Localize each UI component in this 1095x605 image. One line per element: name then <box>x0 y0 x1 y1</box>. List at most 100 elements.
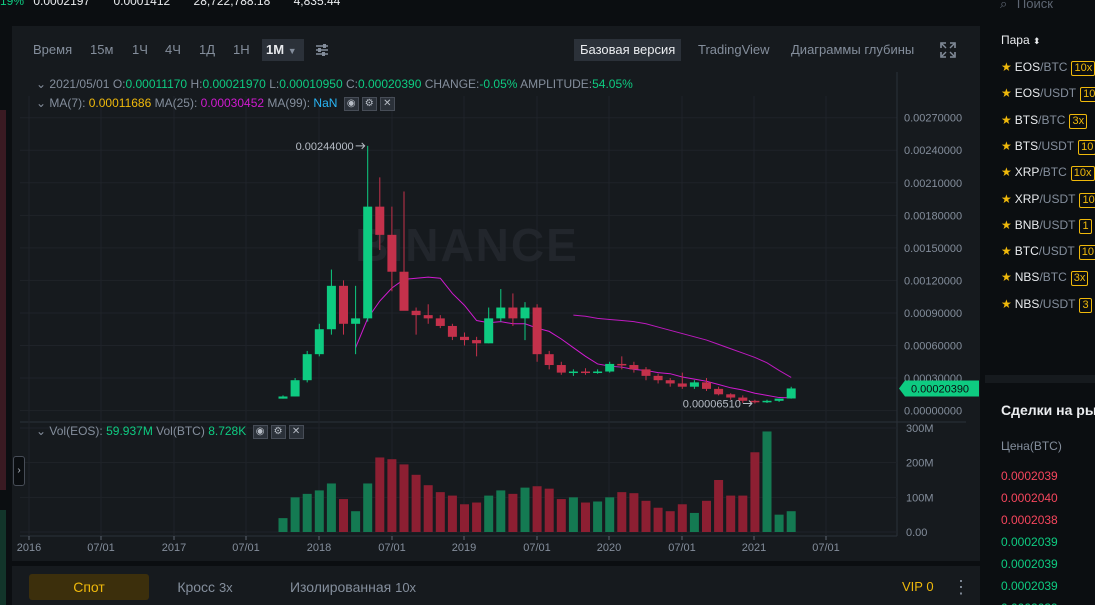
chevron-down-icon[interactable]: ⌄ <box>36 424 46 438</box>
leverage-badge: 10 <box>1078 245 1095 261</box>
candle-body <box>423 315 433 319</box>
pair-column-header[interactable]: Пара ⬍ <box>1001 33 1041 47</box>
pair-quote: /USDT <box>1039 296 1076 311</box>
trade-price: 0.0002038 <box>1001 513 1058 527</box>
star-icon[interactable]: ★ <box>1001 244 1012 258</box>
star-icon[interactable]: ★ <box>1001 60 1012 74</box>
star-icon[interactable]: ★ <box>1001 192 1012 206</box>
trade-mode-bar: Спот Кросс 3x Изолированная 10x VIP 0 ⋮ <box>12 566 980 605</box>
close-icon[interactable]: ✕ <box>288 424 304 439</box>
eye-icon[interactable]: ◉ <box>343 96 359 111</box>
candle-body <box>677 383 687 387</box>
settings-icon[interactable]: ⚙ <box>270 424 286 439</box>
x-tick-label: 2020 <box>597 542 621 554</box>
sidebar-toggle-button[interactable]: › <box>13 456 25 486</box>
more-options-icon[interactable]: ⋮ <box>952 574 970 600</box>
last-price-label: 0.00020390 <box>911 383 969 395</box>
volume-bar <box>411 474 421 532</box>
volume-bar <box>786 511 796 532</box>
price-tick-label: 0.00090000 <box>904 308 962 320</box>
candle-body <box>786 388 796 399</box>
volume-bar <box>568 497 578 532</box>
price-tick-label: 0.00000000 <box>904 406 962 418</box>
ma25-label: MA(25): <box>154 96 198 110</box>
candle-body <box>302 354 312 381</box>
tab-spot[interactable]: Спот <box>29 574 149 600</box>
pair-search[interactable]: ⌕ Поиск <box>1000 0 1095 18</box>
pair-quote: /BTC <box>1038 112 1066 127</box>
tab-cross-leverage: 3x <box>218 580 233 595</box>
pair-row[interactable]: ★ XRP/BTC 10x <box>1001 165 1095 185</box>
price-tick-label: 0.00150000 <box>904 243 962 255</box>
pair-quote: /BTC <box>1040 60 1068 74</box>
candle-body <box>532 307 542 355</box>
ma99-value: NaN <box>313 96 338 110</box>
star-icon[interactable]: ★ <box>1001 139 1012 153</box>
eye-icon[interactable]: ◉ <box>252 424 268 439</box>
leverage-badge: 3 <box>1079 297 1092 313</box>
vip-level[interactable]: VIP 0 <box>902 574 934 600</box>
leverage-badge: 10x <box>1071 61 1095 76</box>
pair-row[interactable]: ★ XRP/USDT 10 <box>1001 192 1095 212</box>
chevron-down-icon[interactable]: ⌄ <box>36 77 46 91</box>
pair-row[interactable]: ★ EOS/BTC 10x <box>1001 60 1095 80</box>
volume-bar <box>508 493 518 532</box>
low-price-label: 0.00006510 <box>683 399 741 411</box>
star-icon[interactable]: ★ <box>1001 297 1012 311</box>
candle-body <box>605 363 615 372</box>
price-tick-label: 0.00060000 <box>904 340 962 352</box>
candle-body <box>472 340 482 344</box>
pair-base: EOS <box>1014 60 1041 74</box>
pair-row[interactable]: ★ BTS/BTC 3x <box>1001 112 1088 133</box>
tab-isolated[interactable]: Изолированная 10x <box>278 574 428 600</box>
volume-bar <box>375 457 385 532</box>
candle-body <box>714 388 724 395</box>
pair-base: NBS <box>1014 270 1040 285</box>
star-icon[interactable]: ★ <box>1001 165 1012 179</box>
candle-body <box>520 307 530 319</box>
pair-row[interactable]: ★ BNB/USDT 1 <box>1001 218 1092 238</box>
volume-bar <box>544 488 554 532</box>
tab-cross[interactable]: Кросс 3x <box>155 574 255 600</box>
candle-body <box>726 394 736 398</box>
volume-bar <box>290 497 300 532</box>
pair-row[interactable]: ★ NBS/BTC 3x <box>1001 270 1089 290</box>
pair-row[interactable]: ★ BTS/USDT 10 <box>1001 139 1095 159</box>
price-tick-label: 0.00120000 <box>904 275 962 287</box>
candle-body <box>460 336 469 341</box>
leverage-badge: 10 <box>1078 139 1095 155</box>
star-icon[interactable]: ★ <box>1001 218 1012 232</box>
pair-row[interactable]: ★EOS/USDT10x <box>1001 86 1095 106</box>
candle-body <box>447 325 457 337</box>
star-icon[interactable]: ★ <box>1001 113 1012 127</box>
ma25-value: 0.00030452 <box>200 96 265 110</box>
volume-bar <box>641 500 651 532</box>
star-icon[interactable]: ★ <box>1001 270 1012 284</box>
search-placeholder: Поиск <box>1016 0 1053 11</box>
volume-bar <box>326 483 336 532</box>
settings-icon[interactable]: ⚙ <box>361 96 377 111</box>
volume-bar <box>363 483 373 532</box>
pair-row[interactable]: ★ BTC/USDT 10 <box>1001 244 1095 264</box>
volume-bar <box>629 493 639 532</box>
candle-body <box>326 285 336 330</box>
ticker-value: 4,835.44 <box>293 0 341 8</box>
volume-bar <box>702 500 711 532</box>
star-icon[interactable]: ★ <box>1001 86 1012 100</box>
ohlc-date: 2021/05/01 <box>49 77 110 91</box>
pair-quote: /USDT <box>1039 191 1076 206</box>
high-label: H: <box>190 77 203 91</box>
amplitude-value: 54.05% <box>592 77 633 91</box>
change-label: CHANGE: <box>424 77 480 91</box>
change-value: -0.05% <box>479 77 518 91</box>
pair-quote: /BTC <box>1039 165 1067 180</box>
trades-panel: Сделки на ры Цена(BTC) 0.0002039 0.000204… <box>985 383 1095 605</box>
vol-eos-label: Vol(EOS): <box>49 424 103 438</box>
chevron-down-icon[interactable]: ⌄ <box>36 96 46 110</box>
pair-quote: /USDT <box>1039 217 1076 232</box>
x-tick-label: 07/01 <box>232 542 260 554</box>
x-tick-label: 07/01 <box>523 542 551 554</box>
close-icon[interactable]: ✕ <box>379 96 395 111</box>
pair-row[interactable]: ★ NBS/USDT 3 <box>1001 297 1092 317</box>
candle-body <box>762 400 772 403</box>
